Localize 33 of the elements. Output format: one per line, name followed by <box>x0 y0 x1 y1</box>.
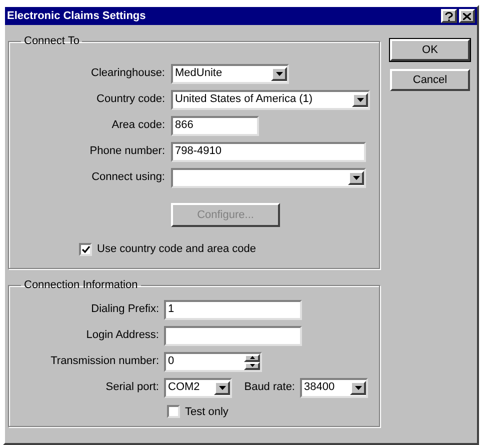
checkbox-label: Test only <box>185 404 228 420</box>
input-field[interactable]: 1 <box>164 300 302 320</box>
field-label: Login Address: <box>86 328 159 344</box>
dropdown-field[interactable]: MedUnite <box>171 64 289 84</box>
field-label: Baud rate: <box>244 380 295 396</box>
dropdown-field[interactable] <box>171 168 366 188</box>
dialog-button[interactable]: OK <box>390 39 470 61</box>
dropdown-field[interactable]: COM2 <box>164 378 232 398</box>
input-field[interactable] <box>164 326 302 346</box>
field-label: Transmission number: <box>50 354 159 370</box>
close-icon[interactable] <box>459 9 475 23</box>
field-label: Area code: <box>112 118 165 134</box>
dropdown-field[interactable]: 38400 <box>300 378 368 398</box>
checkmark-icon <box>82 246 90 252</box>
dialog-button[interactable]: Cancel <box>390 69 470 91</box>
input-field[interactable]: 798-4910 <box>171 142 366 162</box>
window-title: Electronic Claims Settings <box>7 8 146 24</box>
field-label: Country code: <box>96 92 165 108</box>
field-label: Clearinghouse: <box>91 66 165 82</box>
checkbox[interactable] <box>79 242 92 256</box>
spinner-arrows-icon[interactable] <box>244 354 260 370</box>
checkbox-label: Use country code and area code <box>97 242 256 257</box>
help-icon[interactable] <box>441 9 457 23</box>
group-title: Connection Information <box>23 278 139 293</box>
field-label: Dialing Prefix: <box>91 302 159 318</box>
spinner-field[interactable]: 0 <box>164 352 262 372</box>
dropdown-field[interactable]: United States of America (1) <box>171 90 370 110</box>
field-label: Connect using: <box>92 170 165 186</box>
field-label: Serial port: <box>106 380 159 396</box>
input-field[interactable]: 866 <box>171 116 259 136</box>
checkbox[interactable] <box>167 405 180 418</box>
group-title: Connect To <box>23 34 80 49</box>
field-label: Phone number: <box>90 144 165 160</box>
